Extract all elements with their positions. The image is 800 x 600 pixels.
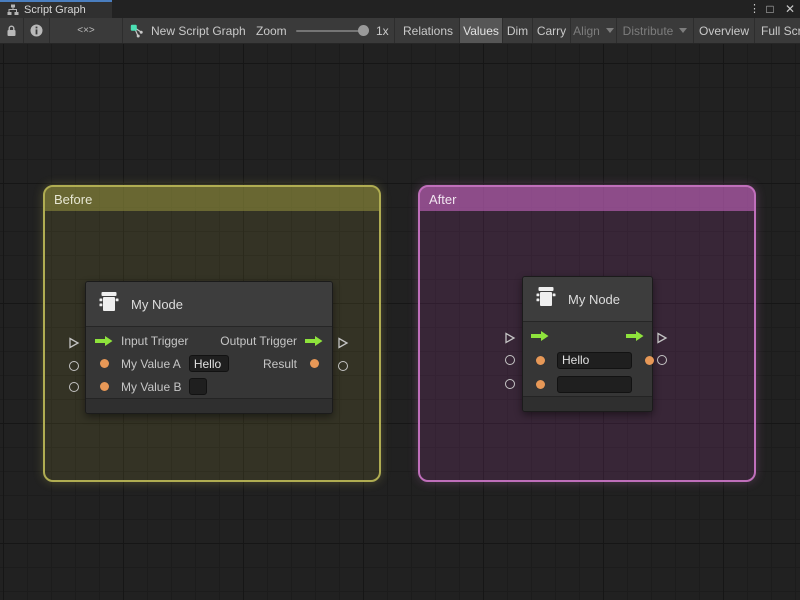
port-label: Result: [263, 357, 297, 371]
node-title: My Node: [568, 292, 620, 307]
graph-toolbar: <×> New Script Graph Zoom 1x Relations V…: [0, 18, 800, 44]
script-graph-icon: [7, 4, 19, 16]
tab-bar: Script Graph ⋮ □ ✕: [0, 0, 800, 18]
port-label: Output Trigger: [220, 334, 297, 348]
group-after-header[interactable]: After: [420, 187, 754, 211]
graph-value-port[interactable]: [338, 361, 348, 371]
port-row-trigger: [523, 324, 652, 348]
new-script-graph-button[interactable]: New Script Graph: [130, 18, 246, 43]
toolbar-separator: [394, 18, 395, 43]
node-footer: [523, 396, 652, 411]
port-label: Input Trigger: [121, 334, 188, 348]
value-input-port[interactable]: [95, 382, 113, 391]
node-after-header[interactable]: My Node: [523, 277, 652, 322]
graph-node-icon: [130, 24, 144, 38]
node-title: My Node: [131, 297, 183, 312]
value-input-port[interactable]: [95, 359, 113, 368]
value-input-port[interactable]: [531, 356, 549, 365]
maximize-icon[interactable]: □: [763, 0, 777, 18]
overview-button[interactable]: Overview: [694, 18, 755, 43]
trigger-output-port[interactable]: [626, 330, 644, 342]
unit-icon: [96, 289, 122, 320]
node-before-body: Input Trigger Output Trigger My Value A …: [86, 327, 332, 398]
lock-button[interactable]: [0, 18, 24, 43]
graph-value-port[interactable]: [69, 361, 79, 371]
zoom-level: 1x: [376, 18, 389, 43]
port-row-value-b: [523, 372, 652, 396]
unit-icon: [533, 284, 559, 315]
graph-value-port[interactable]: [505, 379, 515, 389]
node-before[interactable]: My Node Input Trigger Output Trigger: [85, 281, 333, 414]
values-button[interactable]: Values: [460, 18, 503, 43]
node-after-body: [523, 322, 652, 396]
info-icon: [30, 24, 43, 37]
port-label: My Value B: [121, 380, 181, 394]
carry-button[interactable]: Carry: [533, 18, 571, 43]
code-icon: <×>: [77, 25, 95, 36]
port-row-trigger: Input Trigger Output Trigger: [86, 329, 332, 352]
port-label: My Value A: [121, 357, 181, 371]
graph-trigger-port[interactable]: [68, 337, 80, 349]
align-label: Align: [573, 24, 600, 38]
group-before-label: Before: [54, 192, 92, 207]
port-row-value-a: My Value A Result: [86, 352, 332, 375]
full-screen-button[interactable]: Full Screen: [755, 18, 800, 43]
graph-trigger-port[interactable]: [656, 332, 668, 344]
info-button[interactable]: [24, 18, 50, 43]
code-toggle-button[interactable]: <×>: [50, 18, 123, 43]
node-footer: [86, 398, 332, 413]
node-before-header[interactable]: My Node: [86, 282, 332, 327]
graph-value-port[interactable]: [657, 355, 667, 365]
window-controls: ⋮ □ ✕: [749, 0, 797, 18]
trigger-input-port[interactable]: [531, 330, 549, 342]
trigger-input-port[interactable]: [95, 335, 113, 347]
port-row-value-b: My Value B: [86, 375, 332, 398]
graph-trigger-port[interactable]: [504, 332, 516, 344]
value-input-port[interactable]: [531, 380, 549, 389]
zoom-label: Zoom: [256, 18, 287, 43]
node-after[interactable]: My Node: [522, 276, 653, 412]
new-script-graph-label: New Script Graph: [151, 24, 246, 38]
graph-canvas[interactable]: Before After My Node Input: [0, 44, 800, 600]
relations-button[interactable]: Relations: [397, 18, 460, 43]
trigger-output-port[interactable]: [305, 335, 323, 347]
align-dropdown[interactable]: Align: [571, 18, 617, 43]
graph-value-port[interactable]: [69, 382, 79, 392]
distribute-dropdown[interactable]: Distribute: [617, 18, 694, 43]
group-before-header[interactable]: Before: [45, 187, 379, 211]
value-output-port[interactable]: [305, 359, 323, 368]
dim-button[interactable]: Dim: [503, 18, 533, 43]
graph-trigger-port[interactable]: [337, 337, 349, 349]
tab-script-graph[interactable]: Script Graph: [0, 0, 112, 18]
value-a-field[interactable]: [557, 352, 632, 369]
port-row-value-a: [523, 348, 652, 372]
lock-icon: [6, 25, 17, 37]
value-output-port[interactable]: [640, 356, 658, 365]
tab-title: Script Graph: [24, 4, 86, 16]
chevron-down-icon: [679, 28, 687, 33]
distribute-label: Distribute: [623, 24, 674, 38]
script-graph-window: Script Graph ⋮ □ ✕ <×> New Script Graph …: [0, 0, 800, 600]
kebab-menu-icon[interactable]: ⋮: [749, 0, 757, 18]
zoom-slider-handle[interactable]: [358, 25, 369, 36]
value-b-field[interactable]: [557, 376, 632, 393]
value-b-field[interactable]: [189, 378, 207, 395]
close-icon[interactable]: ✕: [783, 0, 797, 18]
graph-value-port[interactable]: [505, 355, 515, 365]
group-after-label: After: [429, 192, 456, 207]
value-a-field[interactable]: [189, 355, 229, 372]
chevron-down-icon: [606, 28, 614, 33]
